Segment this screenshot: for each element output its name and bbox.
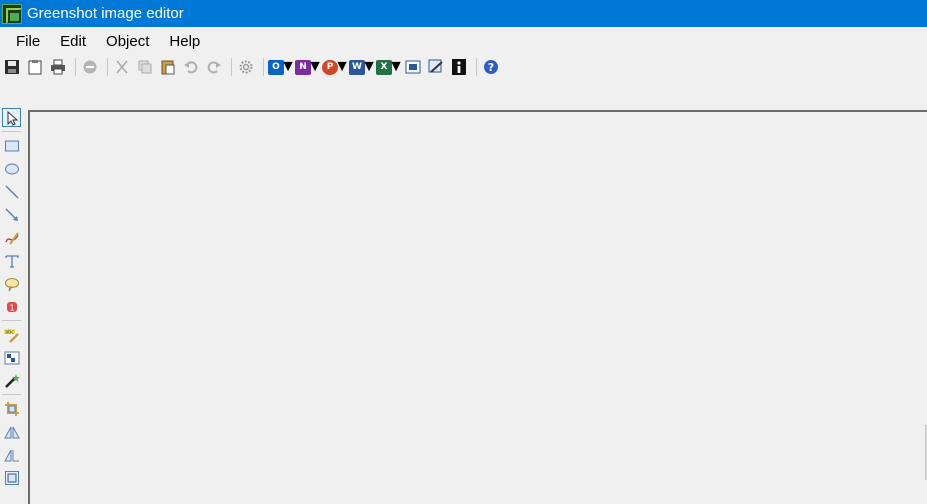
highlight-tool[interactable]: abc: [2, 325, 21, 344]
freehand-icon: [4, 231, 19, 245]
excel-export-button[interactable]: X ▼: [376, 57, 404, 77]
tool-separator: [2, 131, 21, 132]
select-tool[interactable]: [2, 108, 21, 127]
magic-wand-icon: [4, 373, 20, 388]
greenshot-app-icon: [2, 3, 22, 24]
save-icon: [5, 60, 19, 74]
redo-icon: [207, 61, 221, 74]
help-button[interactable]: ?: [481, 57, 501, 77]
crop-icon: [4, 401, 19, 416]
image-properties-button[interactable]: [426, 57, 446, 77]
settings-gear-icon: [239, 60, 253, 74]
word-export-button[interactable]: W ▼: [349, 57, 377, 77]
rectangle-tool[interactable]: [2, 136, 21, 155]
copy-to-clipboard-button[interactable]: [25, 57, 45, 77]
chevron-down-icon[interactable]: ▼: [307, 57, 323, 77]
menu-file[interactable]: File: [6, 31, 50, 52]
flip-icon: [3, 449, 19, 461]
powerpoint-export-button[interactable]: P ▼: [322, 57, 350, 77]
chevron-down-icon[interactable]: ▼: [388, 57, 404, 77]
toolbar-separator: [476, 58, 477, 76]
toolbar-separator: [107, 58, 108, 76]
settings-button[interactable]: [236, 57, 256, 77]
paste-button[interactable]: [158, 57, 178, 77]
obfuscate-tool[interactable]: [2, 348, 21, 367]
rotate-icon: [3, 426, 20, 438]
auto-crop-icon: [4, 470, 19, 485]
line-icon: [5, 185, 18, 198]
freehand-tool[interactable]: [2, 228, 21, 247]
print-button[interactable]: [48, 57, 68, 77]
svg-text:?: ?: [488, 61, 494, 74]
select-pointer-icon: [7, 110, 18, 126]
speech-bubble-tool[interactable]: [2, 274, 21, 293]
chevron-down-icon[interactable]: ▼: [280, 57, 296, 77]
tool-separator: [2, 394, 21, 395]
image-properties-icon: [428, 59, 443, 73]
speech-bubble-icon: [4, 277, 19, 291]
menu-edit[interactable]: Edit: [50, 31, 96, 52]
chevron-down-icon[interactable]: ▼: [334, 57, 350, 77]
magic-wand-tool[interactable]: [2, 371, 21, 390]
step-counter-icon: 1: [6, 301, 17, 312]
text-tool[interactable]: [2, 251, 21, 270]
arrow-icon: [5, 208, 18, 221]
svg-text:abc: abc: [5, 329, 14, 335]
rectangle-icon: [4, 140, 19, 151]
onenote-export-button[interactable]: N ▼: [295, 57, 323, 77]
crop-tool[interactable]: [2, 399, 21, 418]
drawing-tool-strip: 1 abc: [0, 106, 24, 504]
undo-button[interactable]: [181, 57, 201, 77]
window-title: Greenshot image editor: [27, 5, 184, 22]
obfuscate-icon: [4, 351, 19, 364]
svg-text:1: 1: [9, 303, 14, 312]
highlight-icon: abc: [3, 328, 19, 343]
auto-crop-tool[interactable]: [2, 468, 21, 487]
title-bar: Greenshot image editor: [0, 0, 927, 27]
cut-button[interactable]: [112, 57, 132, 77]
save-button[interactable]: [2, 57, 22, 77]
ellipse-tool[interactable]: [2, 159, 21, 178]
help-icon: ?: [484, 60, 498, 74]
toolbar-separator: [263, 58, 264, 76]
delete-button[interactable]: [80, 57, 100, 77]
line-tool[interactable]: [2, 182, 21, 201]
resize-canvas-icon: [405, 60, 421, 74]
rotate-tool[interactable]: [2, 422, 21, 441]
flip-tool[interactable]: [2, 445, 21, 464]
toolbar: O ▼ N ▼ P ▼ W ▼ X ▼ ?: [0, 56, 927, 78]
cut-icon: [116, 60, 128, 74]
menu-bar: File Edit Object Help: [0, 29, 927, 53]
chevron-down-icon[interactable]: ▼: [361, 57, 377, 77]
image-canvas[interactable]: [28, 110, 927, 504]
about-button[interactable]: [449, 57, 469, 77]
step-counter-tool[interactable]: 1: [2, 297, 21, 316]
text-icon: [4, 254, 19, 268]
clipboard-icon: [28, 60, 42, 75]
toolbar-separator: [231, 58, 232, 76]
tool-separator: [2, 320, 21, 321]
undo-icon: [184, 61, 198, 74]
delete-icon: [83, 60, 97, 74]
toolbar-separator: [75, 58, 76, 76]
arrow-tool[interactable]: [2, 205, 21, 224]
copy-icon: [138, 60, 152, 74]
redo-button[interactable]: [204, 57, 224, 77]
outlook-export-button[interactable]: O ▼: [268, 57, 296, 77]
resize-canvas-button[interactable]: [403, 57, 423, 77]
paste-icon: [161, 60, 175, 75]
menu-object[interactable]: Object: [96, 31, 159, 52]
info-icon: [452, 59, 466, 75]
print-icon: [51, 59, 65, 75]
copy-button[interactable]: [135, 57, 155, 77]
ellipse-icon: [4, 163, 19, 174]
menu-help[interactable]: Help: [159, 31, 210, 52]
